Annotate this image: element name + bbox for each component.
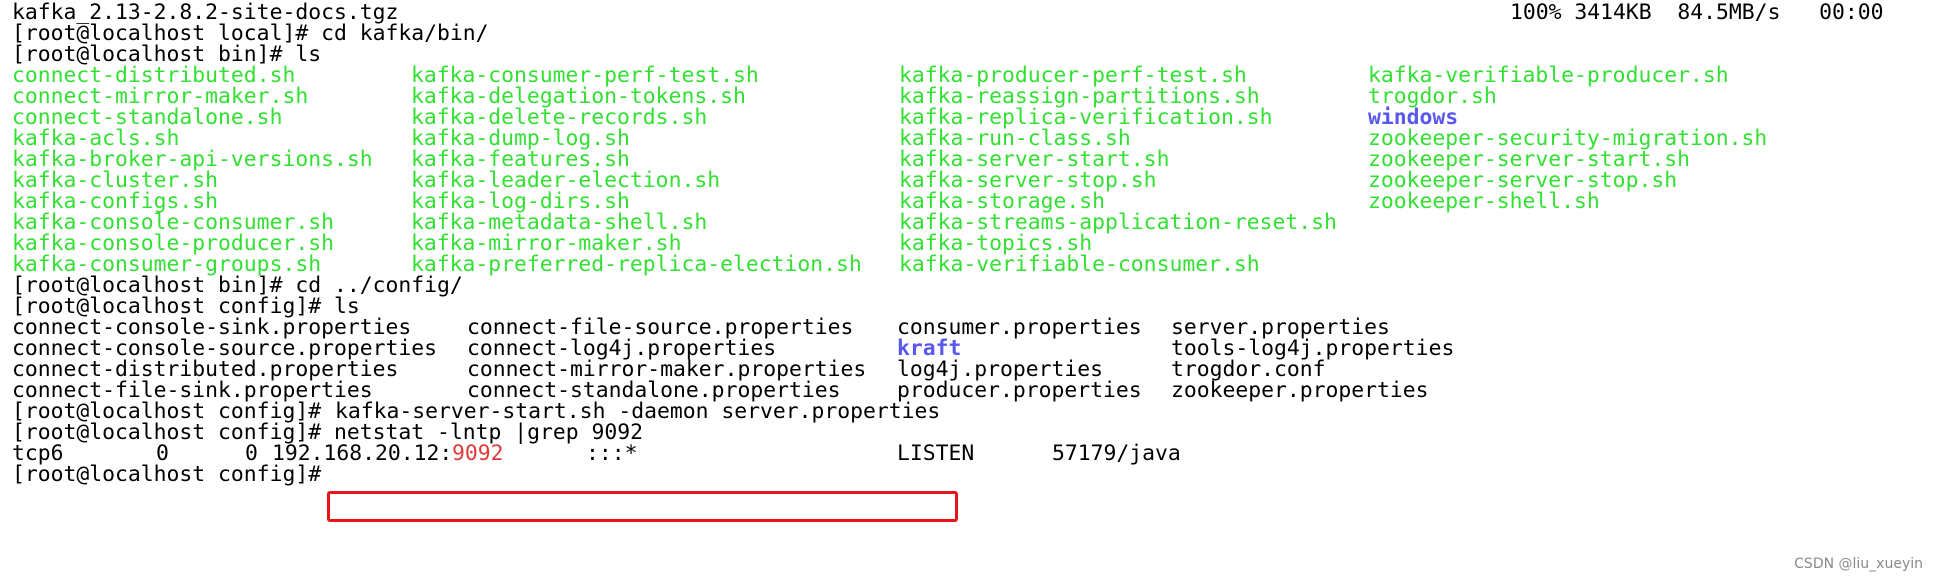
netstat-port-match: 9092 [452, 441, 504, 466]
file-entry: kafka-verifiable-consumer.sh [899, 252, 1260, 277]
terminal-line: [root@localhost config]# [12, 462, 321, 488]
command-prompt: [root@localhost config]# [12, 462, 334, 487]
terminal-window[interactable]: kafka_2.13-2.8.2-site-docs.tgz 100% 3414… [0, 0, 1933, 583]
download-progress: 100% 3414KB 84.5MB/s 00:00 [1510, 0, 1884, 25]
file-entry: kafka-preferred-replica-election.sh [411, 252, 862, 277]
annotation-highlight-box [327, 491, 958, 522]
watermark: CSDN @liu_xueyin [1794, 556, 1923, 572]
netstat-state: LISTEN [897, 441, 975, 466]
file-entry: zookeeper-shell.sh [1368, 189, 1600, 214]
netstat-pid: 57179/java [1052, 441, 1181, 466]
file-entry: zookeeper.properties [1171, 378, 1429, 403]
netstat-foreign-address: :::* [586, 441, 638, 466]
